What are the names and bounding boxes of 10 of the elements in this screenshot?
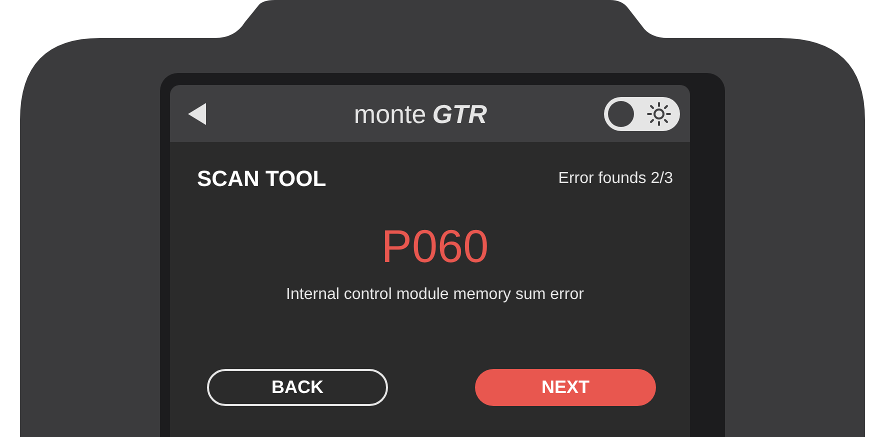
error-code: P060 xyxy=(381,223,489,269)
screen-title: SCAN TOOL xyxy=(197,165,326,193)
nav-button[interactable]: NEXT xyxy=(475,369,656,406)
nav-button[interactable]: BACK xyxy=(207,369,388,406)
error-counter: Error founds 2/3 xyxy=(558,168,673,188)
error-description: Internal control module memory sum error xyxy=(286,285,584,305)
theme-toggle[interactable] xyxy=(604,96,680,130)
sun-icon xyxy=(646,100,672,126)
brand-logo: monte GTR xyxy=(354,100,488,126)
back-arrow-icon[interactable] xyxy=(187,102,207,126)
